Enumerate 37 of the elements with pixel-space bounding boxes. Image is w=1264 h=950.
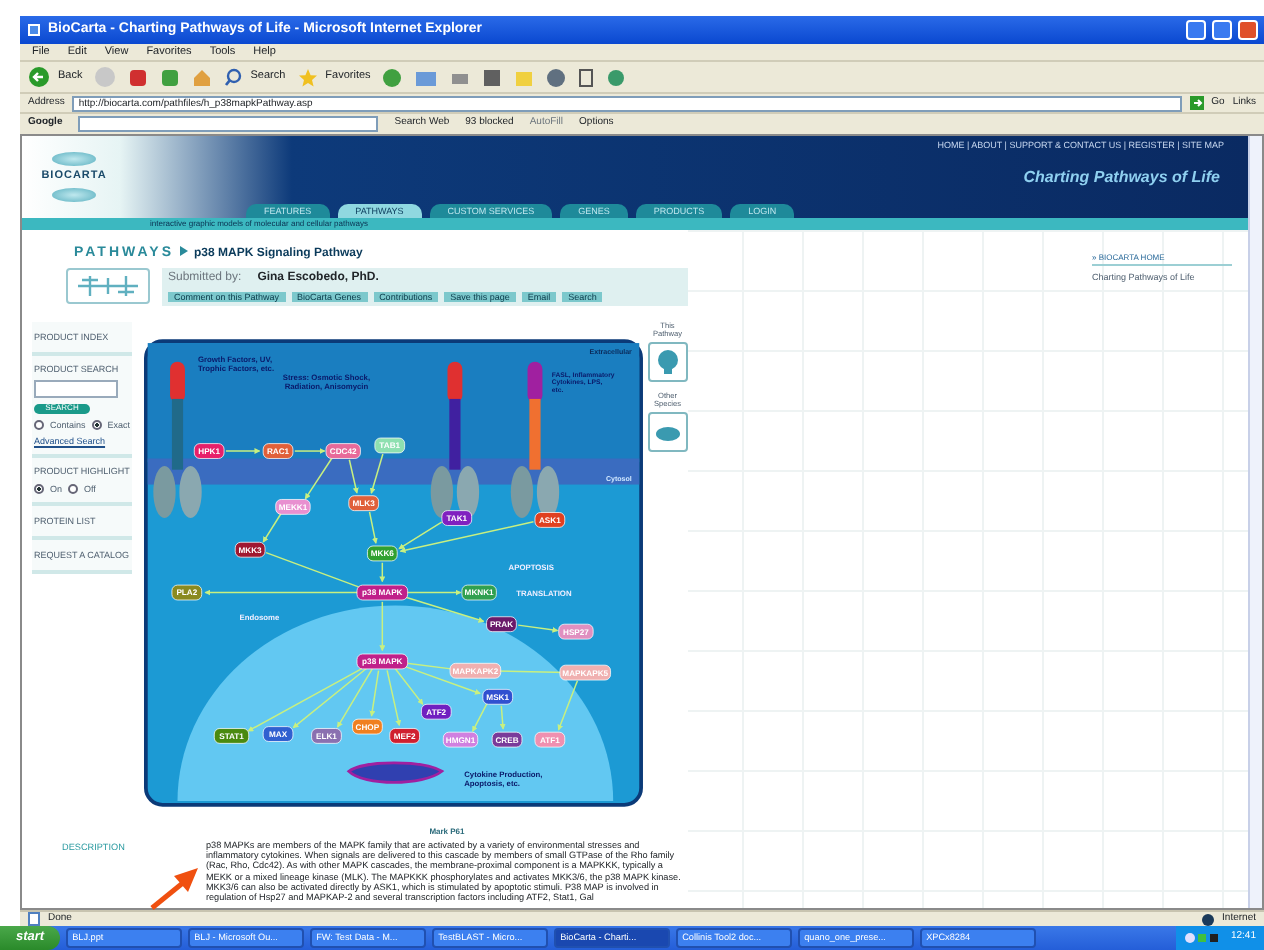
dna-complex-drawing <box>347 761 444 785</box>
thumbnail-button[interactable] <box>647 411 688 452</box>
home-icon[interactable] <box>192 67 213 87</box>
head-icon <box>653 347 682 376</box>
radio-button[interactable] <box>91 420 102 431</box>
breadcrumb-arrow-icon <box>180 246 188 256</box>
minimize-button[interactable] <box>1186 20 1206 40</box>
pathway-arrow <box>517 624 559 634</box>
pathway-arrow <box>379 601 386 652</box>
annotation-arrow-drawing <box>148 866 200 910</box>
pathway-arrow <box>557 680 579 731</box>
logo-ring-icon <box>52 152 96 167</box>
pathway-arrow <box>472 703 488 733</box>
back-arrow-icon <box>28 66 50 88</box>
pathway-arrow <box>348 459 359 494</box>
pathway-logo-icon <box>74 272 142 301</box>
pathway-arrow <box>379 562 386 583</box>
site-tagline: Charting Pathways of Life <box>1021 167 1222 187</box>
pathway-arrow <box>262 512 282 543</box>
radio-button[interactable] <box>68 483 79 494</box>
go-arrow-icon <box>1189 96 1204 110</box>
search-icon <box>224 68 243 86</box>
pathway-arrow <box>225 448 261 455</box>
logo-ring-icon <box>52 187 96 202</box>
thumbnail-button[interactable] <box>647 341 688 382</box>
star-icon <box>297 67 318 87</box>
maximize-button[interactable] <box>1212 20 1232 40</box>
google-search-field[interactable] <box>78 116 379 132</box>
app-icon <box>26 22 42 38</box>
pathway-arrow <box>499 705 506 730</box>
product-search-field[interactable] <box>34 380 118 399</box>
pathway-arrow <box>368 511 378 545</box>
radio-button[interactable] <box>34 420 44 431</box>
vertical-scrollbar[interactable] <box>1248 136 1262 908</box>
close-button[interactable] <box>1238 20 1258 40</box>
pathway-arrow <box>369 453 384 495</box>
radio-button[interactable] <box>34 483 44 494</box>
